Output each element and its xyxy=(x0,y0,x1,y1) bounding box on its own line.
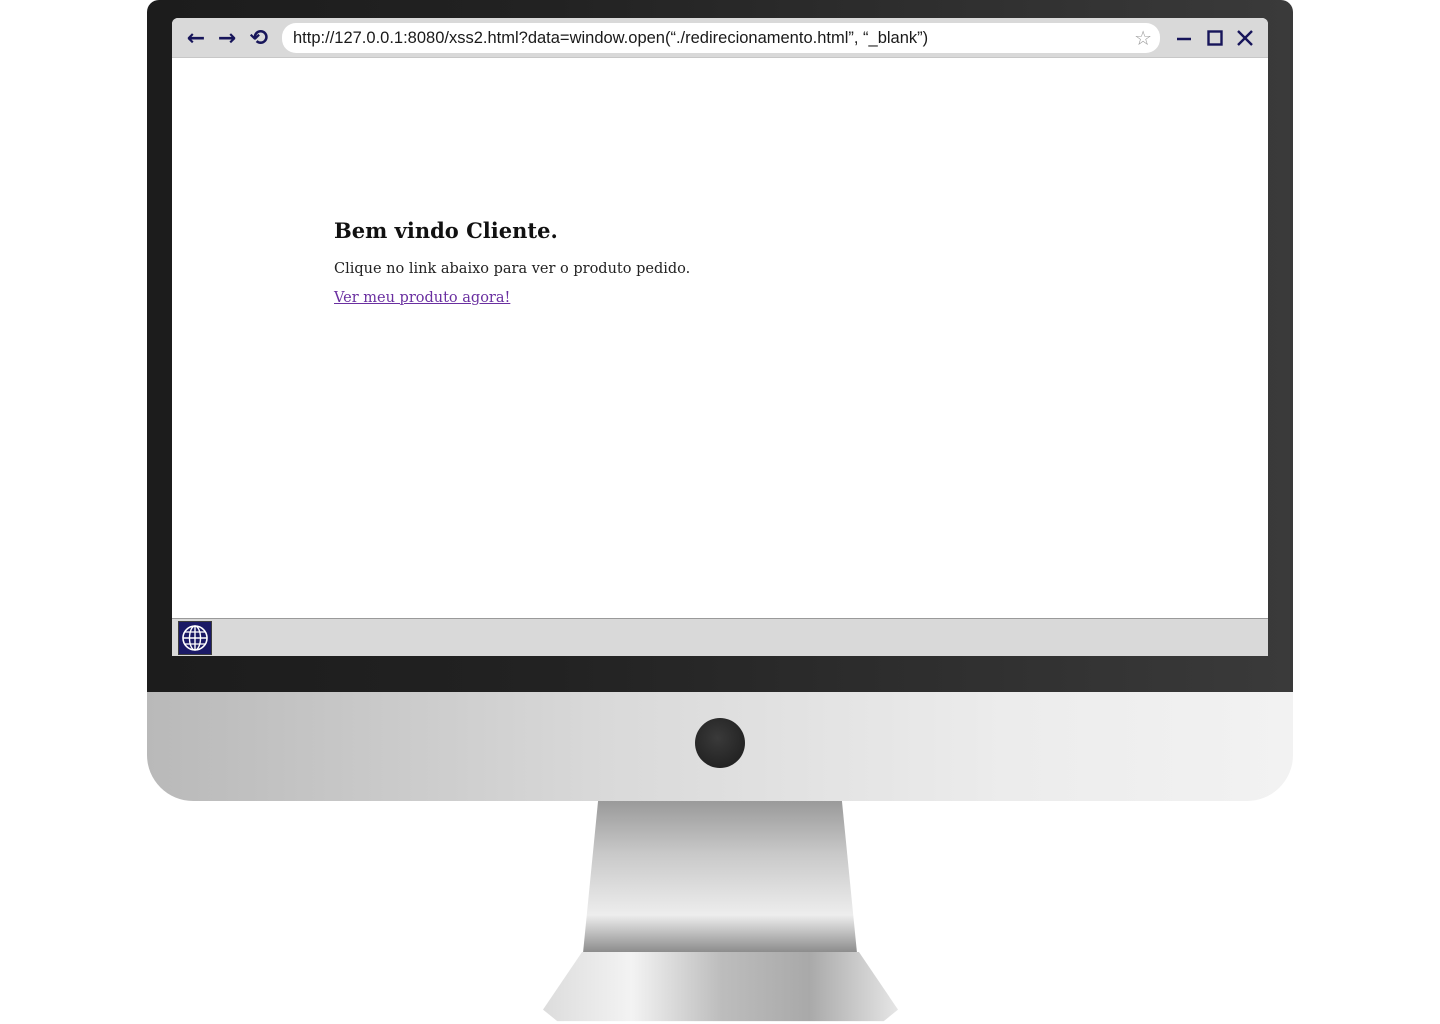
maximize-icon xyxy=(1207,30,1223,46)
page-heading: Bem vindo Cliente. xyxy=(334,218,558,243)
page-content: Bem vindo Cliente. Clique no link abaixo… xyxy=(172,58,1268,618)
taskbar-browser-app[interactable] xyxy=(178,621,212,655)
monitor-stand-base xyxy=(543,952,898,1022)
reload-icon: ⟲ xyxy=(249,25,269,51)
taskbar xyxy=(172,618,1268,656)
page-instruction-text: Clique no link abaixo para ver o produto… xyxy=(334,261,691,277)
monitor-stand-neck xyxy=(583,801,857,953)
browser-toolbar: ← → ⟲ http://127.0.0.1:8080/xss2.html?da… xyxy=(172,18,1268,58)
forward-button[interactable]: → xyxy=(213,24,241,52)
reload-button[interactable]: ⟲ xyxy=(245,24,273,52)
monitor-logo-dot xyxy=(695,718,745,768)
bookmark-star-icon[interactable]: ☆ xyxy=(1134,26,1152,50)
browser-window: ← → ⟲ http://127.0.0.1:8080/xss2.html?da… xyxy=(172,18,1268,656)
minimize-button[interactable] xyxy=(1172,26,1196,50)
maximize-button[interactable] xyxy=(1203,26,1227,50)
address-bar-url[interactable]: http://127.0.0.1:8080/xss2.html?data=win… xyxy=(293,29,928,48)
minimize-icon xyxy=(1177,37,1191,41)
forward-arrow-icon: → xyxy=(217,25,237,51)
address-bar[interactable]: http://127.0.0.1:8080/xss2.html?data=win… xyxy=(282,23,1160,53)
close-button[interactable] xyxy=(1233,26,1257,50)
close-icon xyxy=(1237,30,1253,46)
product-link[interactable]: Ver meu produto agora! xyxy=(334,290,510,306)
back-arrow-icon: ← xyxy=(186,25,206,51)
globe-icon xyxy=(182,625,208,651)
back-button[interactable]: ← xyxy=(182,24,210,52)
